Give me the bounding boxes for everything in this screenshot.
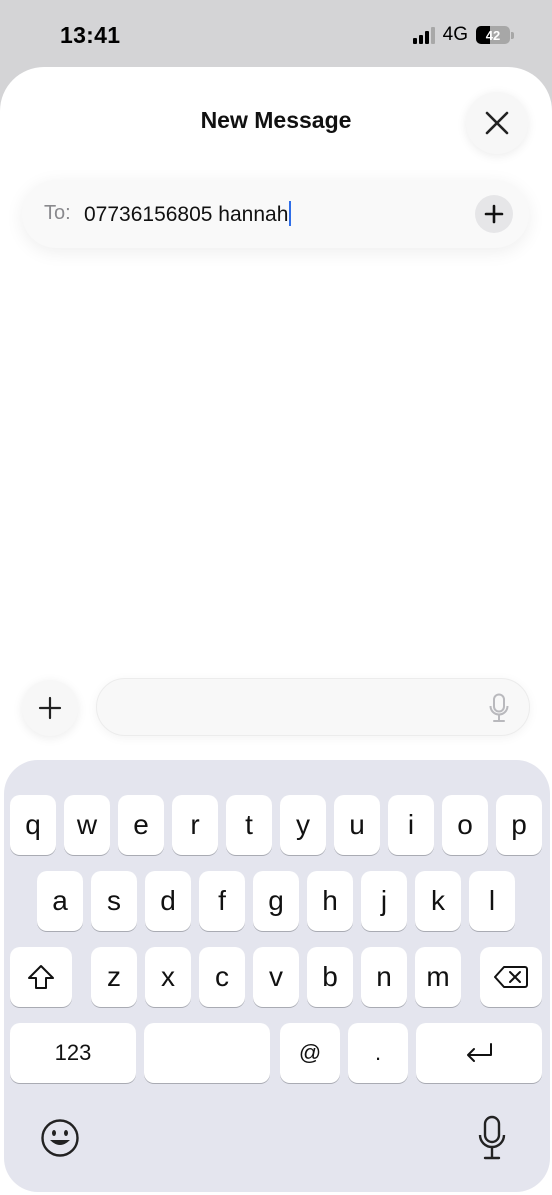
plus-icon — [484, 204, 504, 224]
shift-icon — [28, 965, 54, 989]
key-e[interactable]: e — [118, 795, 164, 855]
key-j[interactable]: j — [361, 871, 407, 931]
key-s[interactable]: s — [91, 871, 137, 931]
return-key[interactable] — [416, 1023, 542, 1083]
text-cursor — [289, 201, 292, 226]
key-z[interactable]: z — [91, 947, 137, 1007]
key-c[interactable]: c — [199, 947, 245, 1007]
emoji-button[interactable] — [40, 1118, 80, 1158]
status-indicators: 4G 42 — [412, 24, 514, 46]
key-h[interactable]: h — [307, 871, 353, 931]
plus-icon — [38, 696, 62, 720]
battery-icon: 42 — [476, 26, 514, 44]
return-icon — [467, 1043, 492, 1062]
key-a[interactable]: a — [37, 871, 83, 931]
recipient-input[interactable]: 07736156805 hannah — [84, 203, 288, 226]
add-recipient-button[interactable] — [475, 195, 513, 233]
key-m[interactable]: m — [415, 947, 461, 1007]
key-q[interactable]: q — [10, 795, 56, 855]
key-p[interactable]: p — [496, 795, 542, 855]
key-n[interactable]: n — [361, 947, 407, 1007]
battery-percent: 42 — [485, 27, 501, 43]
microphone-icon[interactable] — [489, 693, 509, 723]
status-bar: 13:41 4G 42 — [0, 0, 552, 68]
period-key[interactable]: . — [348, 1023, 408, 1083]
keyboard: q w e r t y u i o p a s d f g h j k l z … — [4, 760, 550, 1192]
key-k[interactable]: k — [415, 871, 461, 931]
recipient-label: To: — [44, 202, 71, 224]
key-f[interactable]: f — [199, 871, 245, 931]
microphone-icon — [478, 1115, 506, 1160]
shift-key[interactable] — [10, 947, 72, 1007]
signal-icon — [412, 26, 435, 44]
key-i[interactable]: i — [388, 795, 434, 855]
network-type: 4G — [442, 24, 468, 45]
status-time: 13:41 — [60, 22, 121, 48]
key-o[interactable]: o — [442, 795, 488, 855]
attachments-button[interactable] — [22, 680, 78, 736]
key-y[interactable]: y — [280, 795, 326, 855]
key-b[interactable]: b — [307, 947, 353, 1007]
numbers-key[interactable]: 123 — [10, 1023, 136, 1083]
delete-icon — [494, 966, 528, 988]
key-x[interactable]: x — [145, 947, 191, 1007]
key-l[interactable]: l — [469, 871, 515, 931]
recipient-field[interactable]: To: 07736156805 hannah — [22, 180, 529, 248]
emoji-icon — [41, 1119, 79, 1157]
space-key[interactable] — [144, 1023, 270, 1083]
recipient-input-wrap: 07736156805 hannah — [84, 201, 292, 227]
key-v[interactable]: v — [253, 947, 299, 1007]
key-u[interactable]: u — [334, 795, 380, 855]
message-input[interactable] — [96, 678, 530, 736]
key-d[interactable]: d — [145, 871, 191, 931]
delete-key[interactable] — [480, 947, 542, 1007]
key-r[interactable]: r — [172, 795, 218, 855]
at-key[interactable]: @ — [280, 1023, 340, 1083]
close-button[interactable] — [466, 92, 528, 154]
key-t[interactable]: t — [226, 795, 272, 855]
dictation-button[interactable] — [478, 1115, 506, 1161]
key-g[interactable]: g — [253, 871, 299, 931]
key-w[interactable]: w — [64, 795, 110, 855]
close-icon — [485, 111, 509, 135]
